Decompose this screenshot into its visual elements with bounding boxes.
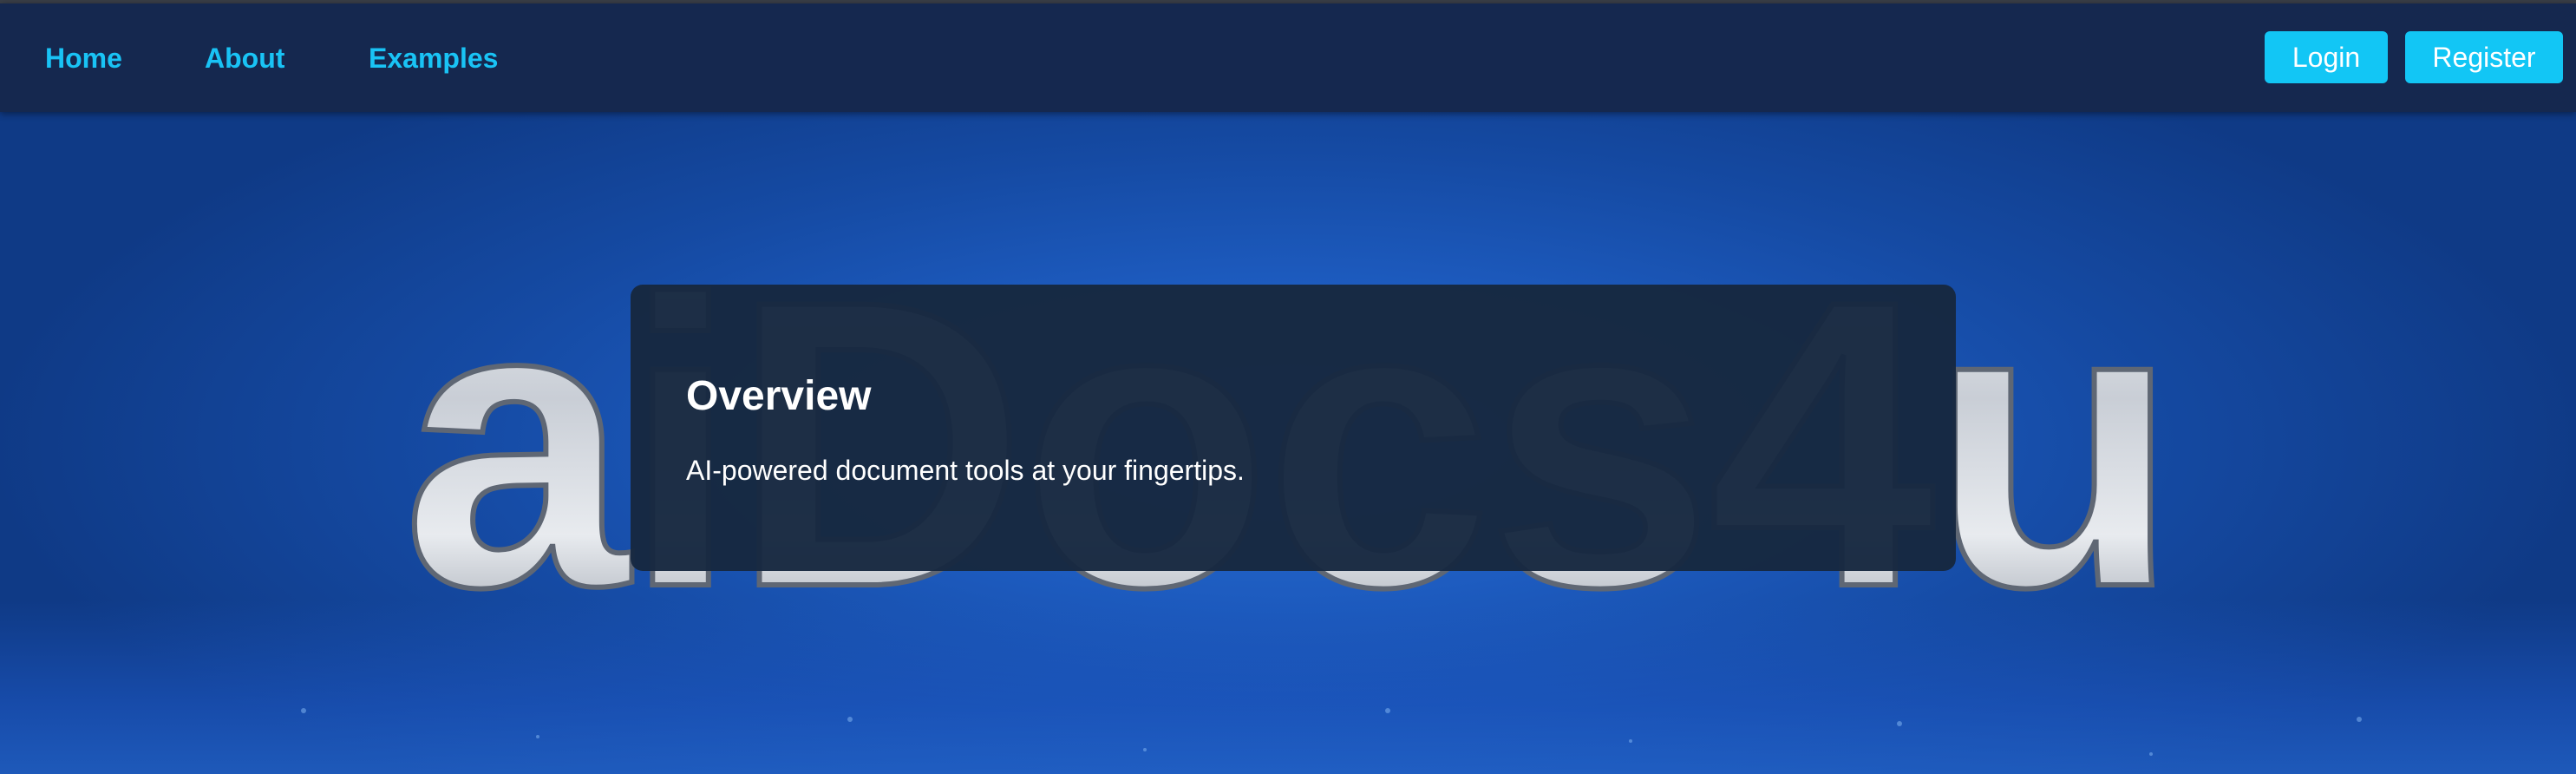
register-button[interactable]: Register — [2405, 31, 2563, 83]
hero-banner: aiDocs4u Overview AI-powered document to… — [0, 112, 2576, 774]
overview-title: Overview — [686, 373, 872, 419]
nav-link-examples[interactable]: Examples — [369, 41, 498, 75]
navbar: Home About Examples Login Register — [0, 3, 2576, 112]
page: Home About Examples Login Register aiDoc… — [0, 0, 2576, 774]
login-button[interactable]: Login — [2265, 31, 2388, 83]
nav-link-home[interactable]: Home — [45, 41, 122, 75]
overview-description: AI-powered document tools at your finger… — [686, 455, 1245, 486]
nav-link-about[interactable]: About — [205, 41, 284, 75]
overview-card: Overview AI-powered document tools at yo… — [631, 285, 1956, 571]
